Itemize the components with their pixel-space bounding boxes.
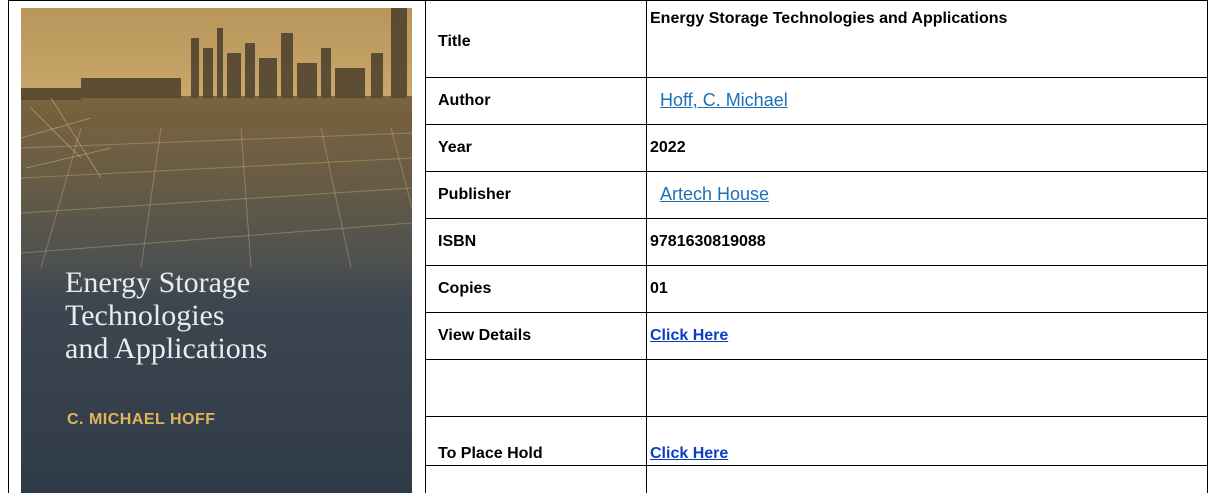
row-divider xyxy=(425,312,1207,313)
table-divider-columns xyxy=(646,0,647,493)
table-border-top xyxy=(8,0,1208,1)
cover-author: C. MICHAEL HOFF xyxy=(67,411,216,428)
cover-title-line: Technologies xyxy=(65,299,225,332)
table-border-right xyxy=(1207,0,1208,493)
author-label: Author xyxy=(438,92,491,109)
row-divider xyxy=(425,171,1207,172)
row-divider xyxy=(425,124,1207,125)
table-divider-cover xyxy=(425,0,426,493)
isbn-label: ISBN xyxy=(438,233,477,250)
view-details-label: View Details xyxy=(438,327,532,344)
row-divider xyxy=(425,416,1207,417)
publisher-label: Publisher xyxy=(438,186,511,203)
cover-title: Energy Storage Technologies and Applicat… xyxy=(65,266,405,365)
cover-title-line: and Applications xyxy=(65,332,268,365)
cover-title-line: Energy Storage xyxy=(65,266,251,299)
place-hold-label: To Place Hold xyxy=(438,445,543,462)
row-divider xyxy=(425,359,1207,360)
copies-label: Copies xyxy=(438,280,492,297)
title-value: Energy Storage Technologies and Applicat… xyxy=(650,10,1008,27)
view-details-link[interactable]: Click Here xyxy=(650,327,728,345)
publisher-link[interactable]: Artech House xyxy=(660,184,769,205)
copies-value: 01 xyxy=(650,280,668,297)
table-border-left xyxy=(8,0,9,493)
row-divider xyxy=(425,465,1207,466)
row-divider xyxy=(425,218,1207,219)
book-cover-image[interactable]: Energy Storage Technologies and Applicat… xyxy=(21,8,412,493)
isbn-value: 9781630819088 xyxy=(650,233,766,250)
year-value: 2022 xyxy=(650,139,686,156)
row-divider xyxy=(425,77,1207,78)
author-link[interactable]: Hoff, C. Michael xyxy=(660,90,788,111)
place-hold-link[interactable]: Click Here xyxy=(650,445,728,463)
title-label: Title xyxy=(438,33,471,50)
row-divider xyxy=(425,265,1207,266)
year-label: Year xyxy=(438,139,472,156)
